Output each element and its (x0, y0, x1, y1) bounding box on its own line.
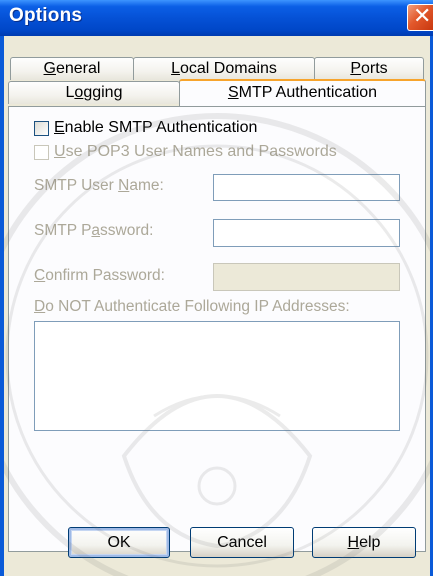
smtp-password-label: SMTP Password: (34, 222, 154, 239)
enable-smtp-auth-checkbox-row[interactable]: Enable SMTP Authentication (34, 119, 257, 137)
use-pop3-checkbox[interactable] (34, 144, 49, 160)
cancel-button-label: Cancel (217, 534, 267, 551)
options-dialog: Options ✕ General Local Domains Ports Lo… (0, 0, 433, 576)
enable-smtp-auth-checkbox[interactable] (34, 120, 49, 136)
close-button[interactable]: ✕ (407, 4, 433, 31)
tab-local-domains[interactable]: Local Domains (133, 57, 315, 80)
tab-smtp-authentication[interactable]: SMTP Authentication (179, 79, 426, 106)
use-pop3-checkbox-row[interactable]: Use POP3 User Names and Passwords (34, 143, 337, 161)
ok-button[interactable]: OK (68, 527, 170, 558)
tab-logging[interactable]: Logging (8, 81, 180, 104)
help-button[interactable]: Help (312, 527, 416, 558)
tab-ports[interactable]: Ports (314, 57, 424, 80)
confirm-password-label: Confirm Password: (34, 267, 165, 284)
window-title: Options (9, 5, 83, 26)
smtp-user-name-input[interactable] (213, 174, 400, 201)
help-button-label: Help (347, 534, 381, 551)
smtp-password-input[interactable] (213, 219, 400, 247)
ip-addresses-textarea[interactable] (34, 321, 400, 431)
close-icon: ✕ (413, 4, 432, 29)
ip-exclusion-label: Do NOT Authenticate Following IP Address… (34, 298, 350, 315)
title-bar[interactable]: Options ✕ (0, 0, 433, 36)
cancel-button[interactable]: Cancel (190, 527, 294, 558)
use-pop3-label: Use POP3 User Names and Passwords (54, 143, 337, 160)
tab-general[interactable]: General (10, 57, 134, 80)
enable-smtp-auth-label: Enable SMTP Authentication (54, 119, 258, 136)
dialog-client-area: General Local Domains Ports Logging SMTP… (4, 36, 430, 576)
smtp-user-name-label: SMTP User Name: (34, 177, 164, 194)
smtp-authentication-panel: Enable SMTP Authentication Use POP3 User… (8, 106, 426, 552)
ok-button-label: OK (107, 534, 131, 551)
confirm-password-input[interactable] (213, 263, 400, 291)
